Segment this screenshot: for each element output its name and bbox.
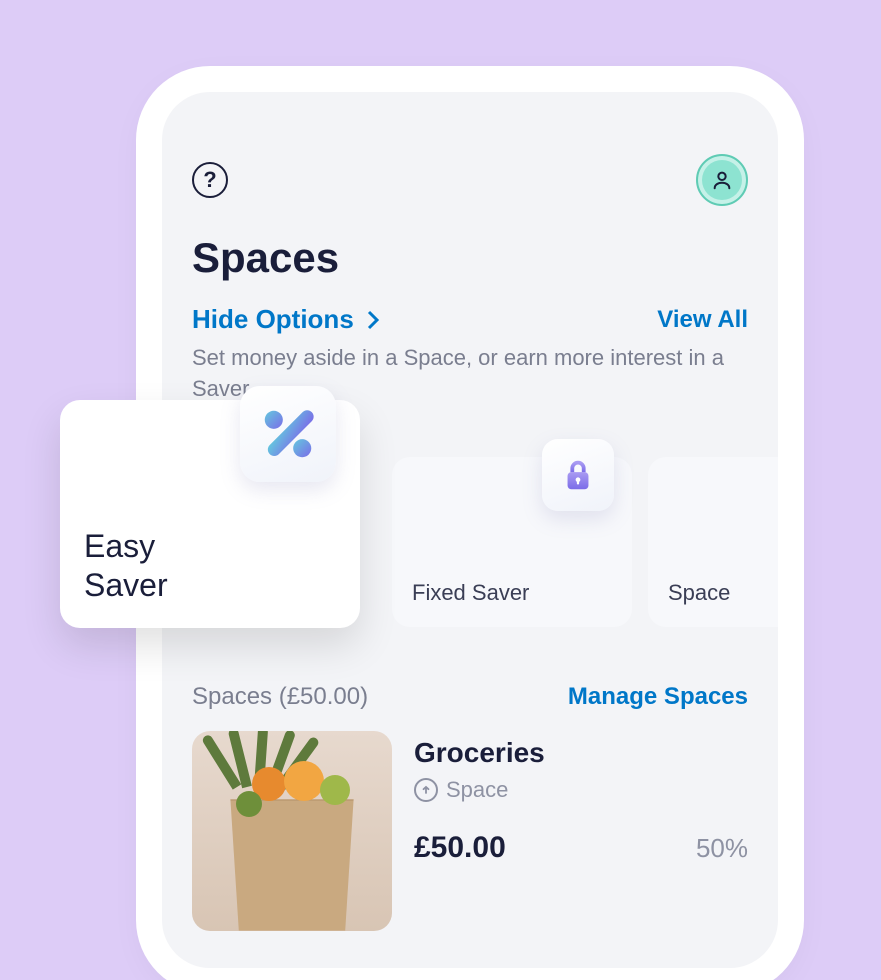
- space-card[interactable]: Space: [648, 457, 778, 627]
- top-bar: ?: [192, 154, 748, 206]
- easy-saver-label: Easy Saver: [84, 527, 336, 604]
- space-type-row: Space: [414, 777, 748, 803]
- fixed-saver-icon-wrap: [542, 439, 614, 511]
- easy-saver-icon-wrap: [240, 386, 336, 482]
- profile-button[interactable]: [696, 154, 748, 206]
- options-row: Hide Options View All: [192, 304, 748, 335]
- lock-icon-tile: [542, 439, 614, 511]
- fixed-saver-card[interactable]: Fixed Saver: [392, 457, 632, 627]
- manage-spaces-link[interactable]: Manage Spaces: [568, 683, 748, 711]
- roundup-icon: [414, 778, 438, 802]
- spaces-list-header: Spaces (£50.00) Manage Spaces: [192, 683, 748, 711]
- person-icon: [711, 169, 733, 191]
- space-progress: 50%: [696, 833, 748, 864]
- space-meta: Groceries Space £50.00 50%: [414, 731, 748, 931]
- space-card-label: Space: [668, 580, 778, 606]
- space-thumbnail: [192, 731, 392, 931]
- hide-options-label: Hide Options: [192, 304, 354, 335]
- space-name: Groceries: [414, 737, 748, 769]
- lock-icon: [559, 456, 597, 494]
- percent-icon-tile: [240, 386, 336, 482]
- chevron-right-icon: [366, 309, 380, 331]
- page-title: Spaces: [192, 234, 748, 282]
- percent-icon: [257, 403, 319, 465]
- fixed-saver-label: Fixed Saver: [412, 580, 612, 606]
- space-item-groceries[interactable]: Groceries Space £50.00 50%: [192, 731, 748, 931]
- space-amount: £50.00: [414, 831, 506, 865]
- easy-saver-card[interactable]: Easy Saver: [60, 400, 360, 628]
- space-amount-row: £50.00 50%: [414, 831, 748, 865]
- hide-options-button[interactable]: Hide Options: [192, 304, 380, 335]
- help-icon[interactable]: ?: [192, 162, 228, 198]
- spaces-list-title: Spaces (£50.00): [192, 683, 368, 711]
- space-type-label: Space: [446, 777, 508, 803]
- view-all-link[interactable]: View All: [657, 306, 748, 334]
